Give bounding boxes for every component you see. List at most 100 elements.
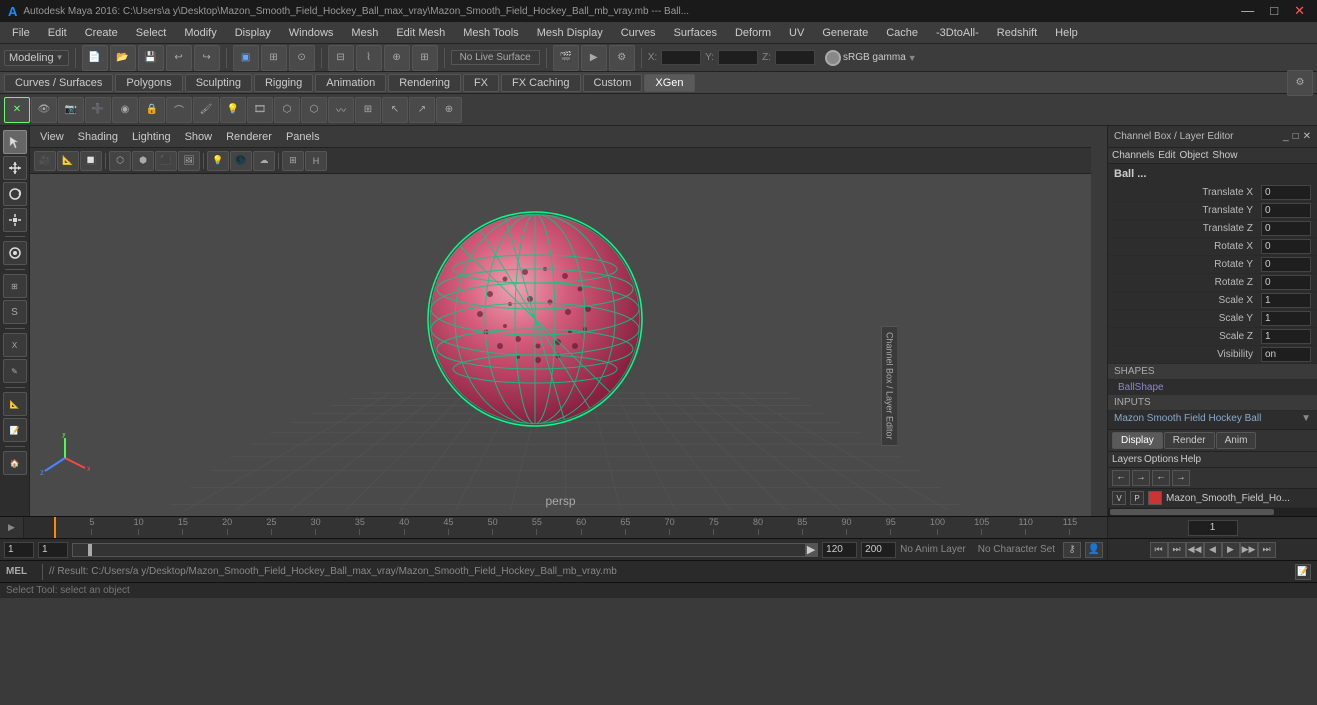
menu-surfaces[interactable]: Surfaces <box>666 25 725 41</box>
snap-curve-button[interactable]: ⌇ <box>356 45 382 71</box>
inputs-dropdown-icon[interactable]: ▼ <box>1301 413 1311 424</box>
shelf-move-cam[interactable]: 📷 <box>58 97 84 123</box>
gamma-dropdown[interactable]: ▼ <box>908 53 917 63</box>
menu-create[interactable]: Create <box>77 25 126 41</box>
tab-animation[interactable]: Animation <box>315 74 386 92</box>
render-button[interactable]: 🎬 <box>553 45 579 71</box>
tab-rigging[interactable]: Rigging <box>254 74 313 92</box>
vp-ao-button[interactable]: ☁ <box>253 151 275 171</box>
shelf-lock-tool[interactable]: 🔒 <box>139 97 165 123</box>
close-button[interactable]: ✕ <box>1290 3 1309 19</box>
tab-sculpting[interactable]: Sculpting <box>185 74 252 92</box>
menu-edit[interactable]: Edit <box>40 25 75 41</box>
shelf-wire-tool[interactable]: ◉ <box>112 97 138 123</box>
ball-shape-item[interactable]: BallShape <box>1108 380 1317 395</box>
redo-button[interactable]: ↪ <box>194 45 220 71</box>
anim-key-button[interactable]: ⚷ <box>1063 542 1081 558</box>
vp-shaded-button[interactable]: ⬛ <box>155 151 177 171</box>
camera-z-field[interactable] <box>775 50 815 65</box>
cb-value-tz[interactable]: 0 <box>1261 221 1311 236</box>
rotate-tool[interactable] <box>3 182 27 206</box>
cb-menu-channels[interactable]: Channels <box>1112 150 1154 161</box>
menu-curves[interactable]: Curves <box>613 25 664 41</box>
camera-nav[interactable]: 🏠 <box>3 451 27 475</box>
vp-camera-button[interactable]: 🎥 <box>34 151 56 171</box>
shapes-section-header[interactable]: SHAPES <box>1108 364 1317 380</box>
cb-value-vis[interactable]: on <box>1261 347 1311 362</box>
tab-fx-caching[interactable]: FX Caching <box>501 74 580 92</box>
menu-modify[interactable]: Modify <box>176 25 224 41</box>
transport-step-back[interactable]: ◀◀ <box>1186 542 1204 558</box>
menu-select[interactable]: Select <box>128 25 175 41</box>
menu-display[interactable]: Display <box>227 25 279 41</box>
vp-hud-button[interactable]: H <box>305 151 327 171</box>
shelf-cursor-tool[interactable]: ↖ <box>382 97 408 123</box>
show-manip[interactable]: ⊞ <box>3 274 27 298</box>
vp-menu-lighting[interactable]: Lighting <box>126 129 177 145</box>
timeline-ruler[interactable]: 5101520253035404550556065707580859095100… <box>54 517 1107 538</box>
shelf-paint-tool[interactable]: 🖌 <box>193 97 219 123</box>
tab-custom[interactable]: Custom <box>583 74 643 92</box>
panel-float-icon[interactable]: □ <box>1293 131 1299 142</box>
layer-delete-button[interactable]: ⭠ <box>1152 470 1170 486</box>
xray-mode[interactable]: X <box>3 333 27 357</box>
anim-start-field[interactable] <box>4 542 34 558</box>
vp-menu-panels[interactable]: Panels <box>280 129 326 145</box>
snap-point-button[interactable]: ⊕ <box>384 45 410 71</box>
shelf-mirror-tool[interactable]: ⊞ <box>355 97 381 123</box>
shelf-curve-tool[interactable]: ⌒ <box>166 97 192 123</box>
shelf-geo-tool[interactable]: ⬡ <box>274 97 300 123</box>
tab-fx[interactable]: FX <box>463 74 499 92</box>
layer-playback[interactable]: P <box>1130 491 1144 505</box>
cb-tab-anim[interactable]: Anim <box>1216 432 1257 449</box>
vp-grid-button[interactable]: ⊞ <box>282 151 304 171</box>
vp-menu-view[interactable]: View <box>34 129 70 145</box>
select-all-button[interactable]: ⊞ <box>261 45 287 71</box>
save-button[interactable]: 💾 <box>138 45 164 71</box>
panel-minimize-icon[interactable]: _ <box>1283 131 1289 142</box>
layer-scroll-thumb[interactable] <box>1110 509 1274 515</box>
vp-texture-button[interactable]: 🖼 <box>178 151 200 171</box>
lasso-select-button[interactable]: ⊙ <box>289 45 315 71</box>
render-settings-button[interactable]: ⚙ <box>609 45 635 71</box>
vp-menu-shading[interactable]: Shading <box>72 129 124 145</box>
help-menu-layers[interactable]: Help <box>1180 454 1201 465</box>
open-button[interactable]: 📂 <box>110 45 136 71</box>
menu-redshift[interactable]: Redshift <box>989 25 1045 41</box>
vp-wireframe-button[interactable]: ⬡ <box>109 151 131 171</box>
maximize-button[interactable]: □ <box>1266 3 1282 19</box>
inputs-item[interactable]: Mazon Smooth Field Hockey Ball <box>1114 413 1299 424</box>
layer-select-button[interactable]: ⭢ <box>1132 470 1150 486</box>
menu-mesh-tools[interactable]: Mesh Tools <box>455 25 526 41</box>
undo-button[interactable]: ↩ <box>166 45 192 71</box>
layer-new-button[interactable]: ⭠ <box>1112 470 1130 486</box>
anim-char-button[interactable]: 👤 <box>1085 542 1103 558</box>
cb-value-sy[interactable]: 1 <box>1261 311 1311 326</box>
layer-options-button[interactable]: ⭢ <box>1172 470 1190 486</box>
cb-value-tx[interactable]: 0 <box>1261 185 1311 200</box>
transport-go-end[interactable]: ⏭ <box>1258 542 1276 558</box>
camera-x-field[interactable] <box>661 50 701 65</box>
cb-value-rz[interactable]: 0 <box>1261 275 1311 290</box>
layer-visibility[interactable]: V <box>1112 491 1126 505</box>
tab-curves-surfaces[interactable]: Curves / Surfaces <box>4 74 113 92</box>
transport-play[interactable]: ▶ <box>1222 542 1240 558</box>
shelf-add-tool[interactable]: ➕ <box>85 97 111 123</box>
anim-slider-end-button[interactable]: ▶ <box>805 544 817 556</box>
transport-prev-key[interactable]: ⏭ <box>1168 542 1186 558</box>
menu-mesh[interactable]: Mesh <box>343 25 386 41</box>
status-script-editor-button[interactable]: 📝 <box>1295 564 1311 580</box>
layer-color-swatch[interactable] <box>1148 491 1162 505</box>
anim-end-field[interactable] <box>822 542 857 558</box>
vp-resolution-button[interactable]: 📐 <box>57 151 79 171</box>
cb-value-ty[interactable]: 0 <box>1261 203 1311 218</box>
cb-tab-display[interactable]: Display <box>1112 432 1163 449</box>
menu-mesh-display[interactable]: Mesh Display <box>529 25 611 41</box>
layer-row[interactable]: V P Mazon_Smooth_Field_Ho... <box>1108 489 1317 508</box>
timeline-toggle[interactable]: ▶ <box>0 517 24 539</box>
vp-menu-show[interactable]: Show <box>179 129 219 145</box>
snap-surface-button[interactable]: ⊞ <box>412 45 438 71</box>
shelf-render-tool[interactable]: 🎞 <box>247 97 273 123</box>
tab-rendering[interactable]: Rendering <box>388 74 461 92</box>
vp-smooth-button[interactable]: ⬢ <box>132 151 154 171</box>
